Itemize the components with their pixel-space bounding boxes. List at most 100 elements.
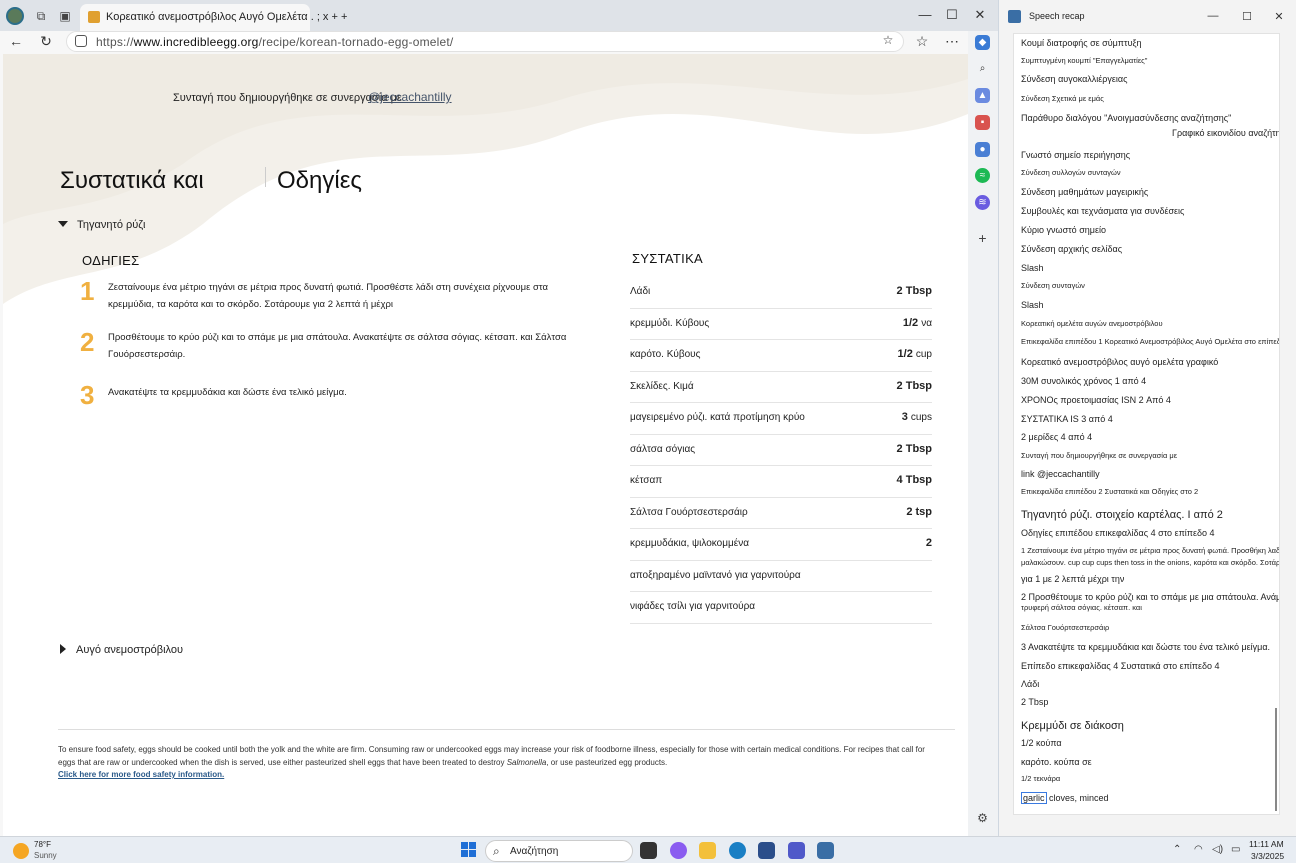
step-number: 3 [80, 380, 95, 410]
messenger-icon[interactable]: ≋ [975, 195, 990, 210]
ingredient-name: κρεμμυδάκια, ψιλοκομμένα [630, 538, 750, 549]
file-explorer-icon[interactable] [699, 842, 716, 859]
speech-recap-taskbar-icon[interactable] [817, 842, 834, 859]
footer-divider [58, 729, 955, 730]
wifi-icon[interactable]: ◠ [1194, 844, 1203, 855]
volume-icon[interactable]: ◁) [1212, 844, 1223, 855]
collections-icon[interactable]: ▲ [975, 88, 990, 103]
chevron-down-icon[interactable] [58, 221, 68, 227]
recap-line: Σύνδεση αρχικής σελίδας [1021, 244, 1123, 254]
step-number: 2 [80, 327, 95, 357]
maximize-button[interactable]: ☐ [942, 7, 962, 23]
step-text: Ανακατέψτε τα κρεμμυδάκια και δώστε ένα … [108, 387, 347, 398]
creator-link[interactable]: @jeccachantilly [368, 90, 452, 104]
ingredient-name: σάλτσα σόγιας [630, 443, 696, 455]
recap-close-button[interactable]: ✕ [1269, 10, 1289, 23]
clock-date[interactable]: 3/3/2025 [1251, 851, 1284, 861]
add-icon[interactable]: + [975, 231, 990, 246]
refresh-icon[interactable]: ↻ [37, 33, 55, 50]
tab-actions-icon[interactable]: ▣ [57, 8, 73, 24]
recap-line: Slash [1021, 263, 1044, 273]
ingredient-qty: 1/2 [902, 316, 919, 329]
recap-maximize-button[interactable]: ☐ [1237, 10, 1257, 23]
edge-taskbar-icon[interactable] [729, 842, 746, 859]
ingredient-qty: 4 Tbsp [896, 474, 932, 486]
tools-icon[interactable]: ● [975, 142, 990, 157]
recap-line: Κρεμμύδι σε διάκοση [1021, 720, 1124, 732]
salmonella-text: Salmonella [506, 757, 547, 767]
speech-recap-transcript[interactable]: Κουμί διατροφής σε σύμπτυξη Συμπτυγμένη κ… [1013, 33, 1280, 815]
ingredient-qty: 2 tsp [906, 505, 932, 518]
profile-avatar[interactable] [6, 7, 24, 25]
recap-line: τρυφερή σάλτσα σόγιας. κέτσαπ. και [1021, 603, 1142, 612]
recap-line: Οδηγίες επιπέδου επικεφαλίδας 4 στο επίπ… [1021, 528, 1215, 538]
recap-line: Σύνδεση αυγοκαλλιέργειας [1021, 74, 1128, 84]
teams-icon[interactable] [788, 842, 805, 859]
speech-recap-title: Speech recap [1029, 11, 1085, 21]
recap-line: 1 Ζεσταίνουμε ένα μέτριο τηγάνι σε μέτρι… [1021, 546, 1280, 555]
recap-line: Λάδι [1021, 679, 1040, 689]
shopping-icon[interactable]: ▪ [975, 115, 990, 130]
ingredient-qty: 1/2 [897, 348, 913, 360]
tab-recipe[interactable]: Κορεατικό ανεμοστρόβιλος Αυγό Ομελέτα . … [80, 4, 347, 31]
search-icon[interactable]: ⌕ [975, 61, 990, 76]
sun-weather-icon[interactable] [13, 843, 29, 859]
store-icon[interactable] [758, 842, 775, 859]
step-text: Ζεσταίνουμε ένα μέτριο τηγάνι σε μέτρια … [108, 282, 548, 310]
recap-line: 1/2 κούπα [1021, 738, 1062, 748]
taskbar-search-placeholder: Αναζήτηση [510, 846, 559, 857]
back-arrow-icon[interactable]: ← [7, 33, 25, 49]
recap-line: Γραφικό εικονιδίου αναζήτησ [1172, 128, 1280, 138]
lock-icon[interactable] [75, 35, 87, 47]
ingredient-name: Σκελίδες. Κιμά [630, 380, 694, 392]
copilot-icon[interactable]: ◆ [975, 35, 990, 50]
section-toggle-tornado-egg[interactable]: Αυγό ανεμοστρόβιλου [76, 644, 183, 656]
settings-gear-icon[interactable]: ⚙ [975, 811, 990, 826]
recap-line: καρότο. κούπα σε [1021, 757, 1092, 767]
step-number: 1 [80, 276, 95, 306]
weather-description[interactable]: Sunny [34, 851, 57, 860]
clock-time[interactable]: 11:11 AM [1249, 839, 1284, 849]
recap-minimize-button[interactable]: — [1203, 10, 1223, 22]
current-word-highlight: garlic [1021, 792, 1047, 804]
tray-chevron-up-icon[interactable]: ⌃ [1173, 844, 1181, 855]
close-button[interactable]: ✕ [970, 7, 990, 23]
recap-line: Συνταγή που δημιουργήθηκε σε συνεργασία … [1021, 451, 1178, 460]
recap-line: Επικεφαλίδα επιπέδου 2 Συστατικά και Οδη… [1021, 487, 1199, 496]
more-menu-icon[interactable]: ⋯ [943, 33, 961, 50]
speech-recap-app-icon [1008, 10, 1021, 23]
weather-temperature[interactable]: 78°F [34, 840, 51, 849]
recap-scrollbar[interactable] [1275, 708, 1277, 811]
recap-line: Τηγανητό ρύζι. στοιχείο καρτέλας. I από … [1021, 509, 1223, 521]
recap-line: Σύνδεση μαθημάτων μαγειρικής [1021, 187, 1149, 197]
ingredient-row: κρεμμυδάκια, ψιλοκομμένα 2 [630, 529, 932, 561]
heading-divider [265, 167, 266, 187]
copilot-taskbar-icon[interactable] [670, 842, 687, 859]
task-view-icon[interactable] [640, 842, 657, 859]
taskbar-search-input[interactable]: ⌕ Αναζήτηση [485, 840, 633, 862]
battery-icon[interactable]: ▭ [1231, 844, 1240, 855]
tab-title: Κορεατικό ανεμοστρόβιλος Αυγό Ομελέτα . … [106, 11, 348, 23]
favorite-star-icon[interactable]: ☆ [879, 33, 897, 47]
recap-line-current: garlic cloves, minced [1021, 792, 1109, 804]
search-icon: ⌕ [493, 844, 500, 858]
workspaces-icon[interactable]: ⧉ [33, 8, 49, 24]
recap-line: Σύνδεση συνταγών [1021, 281, 1085, 290]
food-safety-text-end: , or use pasteurized egg products. [546, 757, 668, 767]
start-windows-icon[interactable] [461, 842, 477, 858]
recap-line: Σάλτσα Γουόρτσεστερσάιρ [1021, 623, 1110, 632]
minimize-button[interactable]: — [915, 7, 935, 22]
url-input[interactable]: https://www.incredibleegg.org/recipe/kor… [66, 31, 904, 52]
edge-sidebar: ◆ ⌕ ▲ ▪ ● ≈ ≋ + ⚙ [968, 31, 998, 836]
favorites-icon[interactable]: ☆ [913, 33, 931, 50]
ingredient-name: αποξηραμένο μαϊντανό για γαρνιτούρα [630, 569, 801, 581]
food-safety-text: To ensure food safety, eggs should be co… [58, 745, 925, 767]
section-toggle-fried-rice[interactable]: Τηγανητό ρύζι [77, 219, 145, 231]
spotify-icon[interactable]: ≈ [975, 168, 990, 183]
food-safety-link[interactable]: Click here for more food safety informat… [58, 769, 928, 782]
recap-line: 2 Tbsp [1021, 697, 1049, 707]
ingredient-unit: cups [910, 412, 932, 423]
page-viewport: Συνταγή που δημιουργήθηκε σε συνεργασία … [3, 54, 968, 836]
chevron-right-icon[interactable] [60, 644, 66, 654]
browser-window: ⧉ ▣ Κορεατικό ανεμοστρόβιλος Αυγό Ομελέτ… [0, 0, 998, 836]
